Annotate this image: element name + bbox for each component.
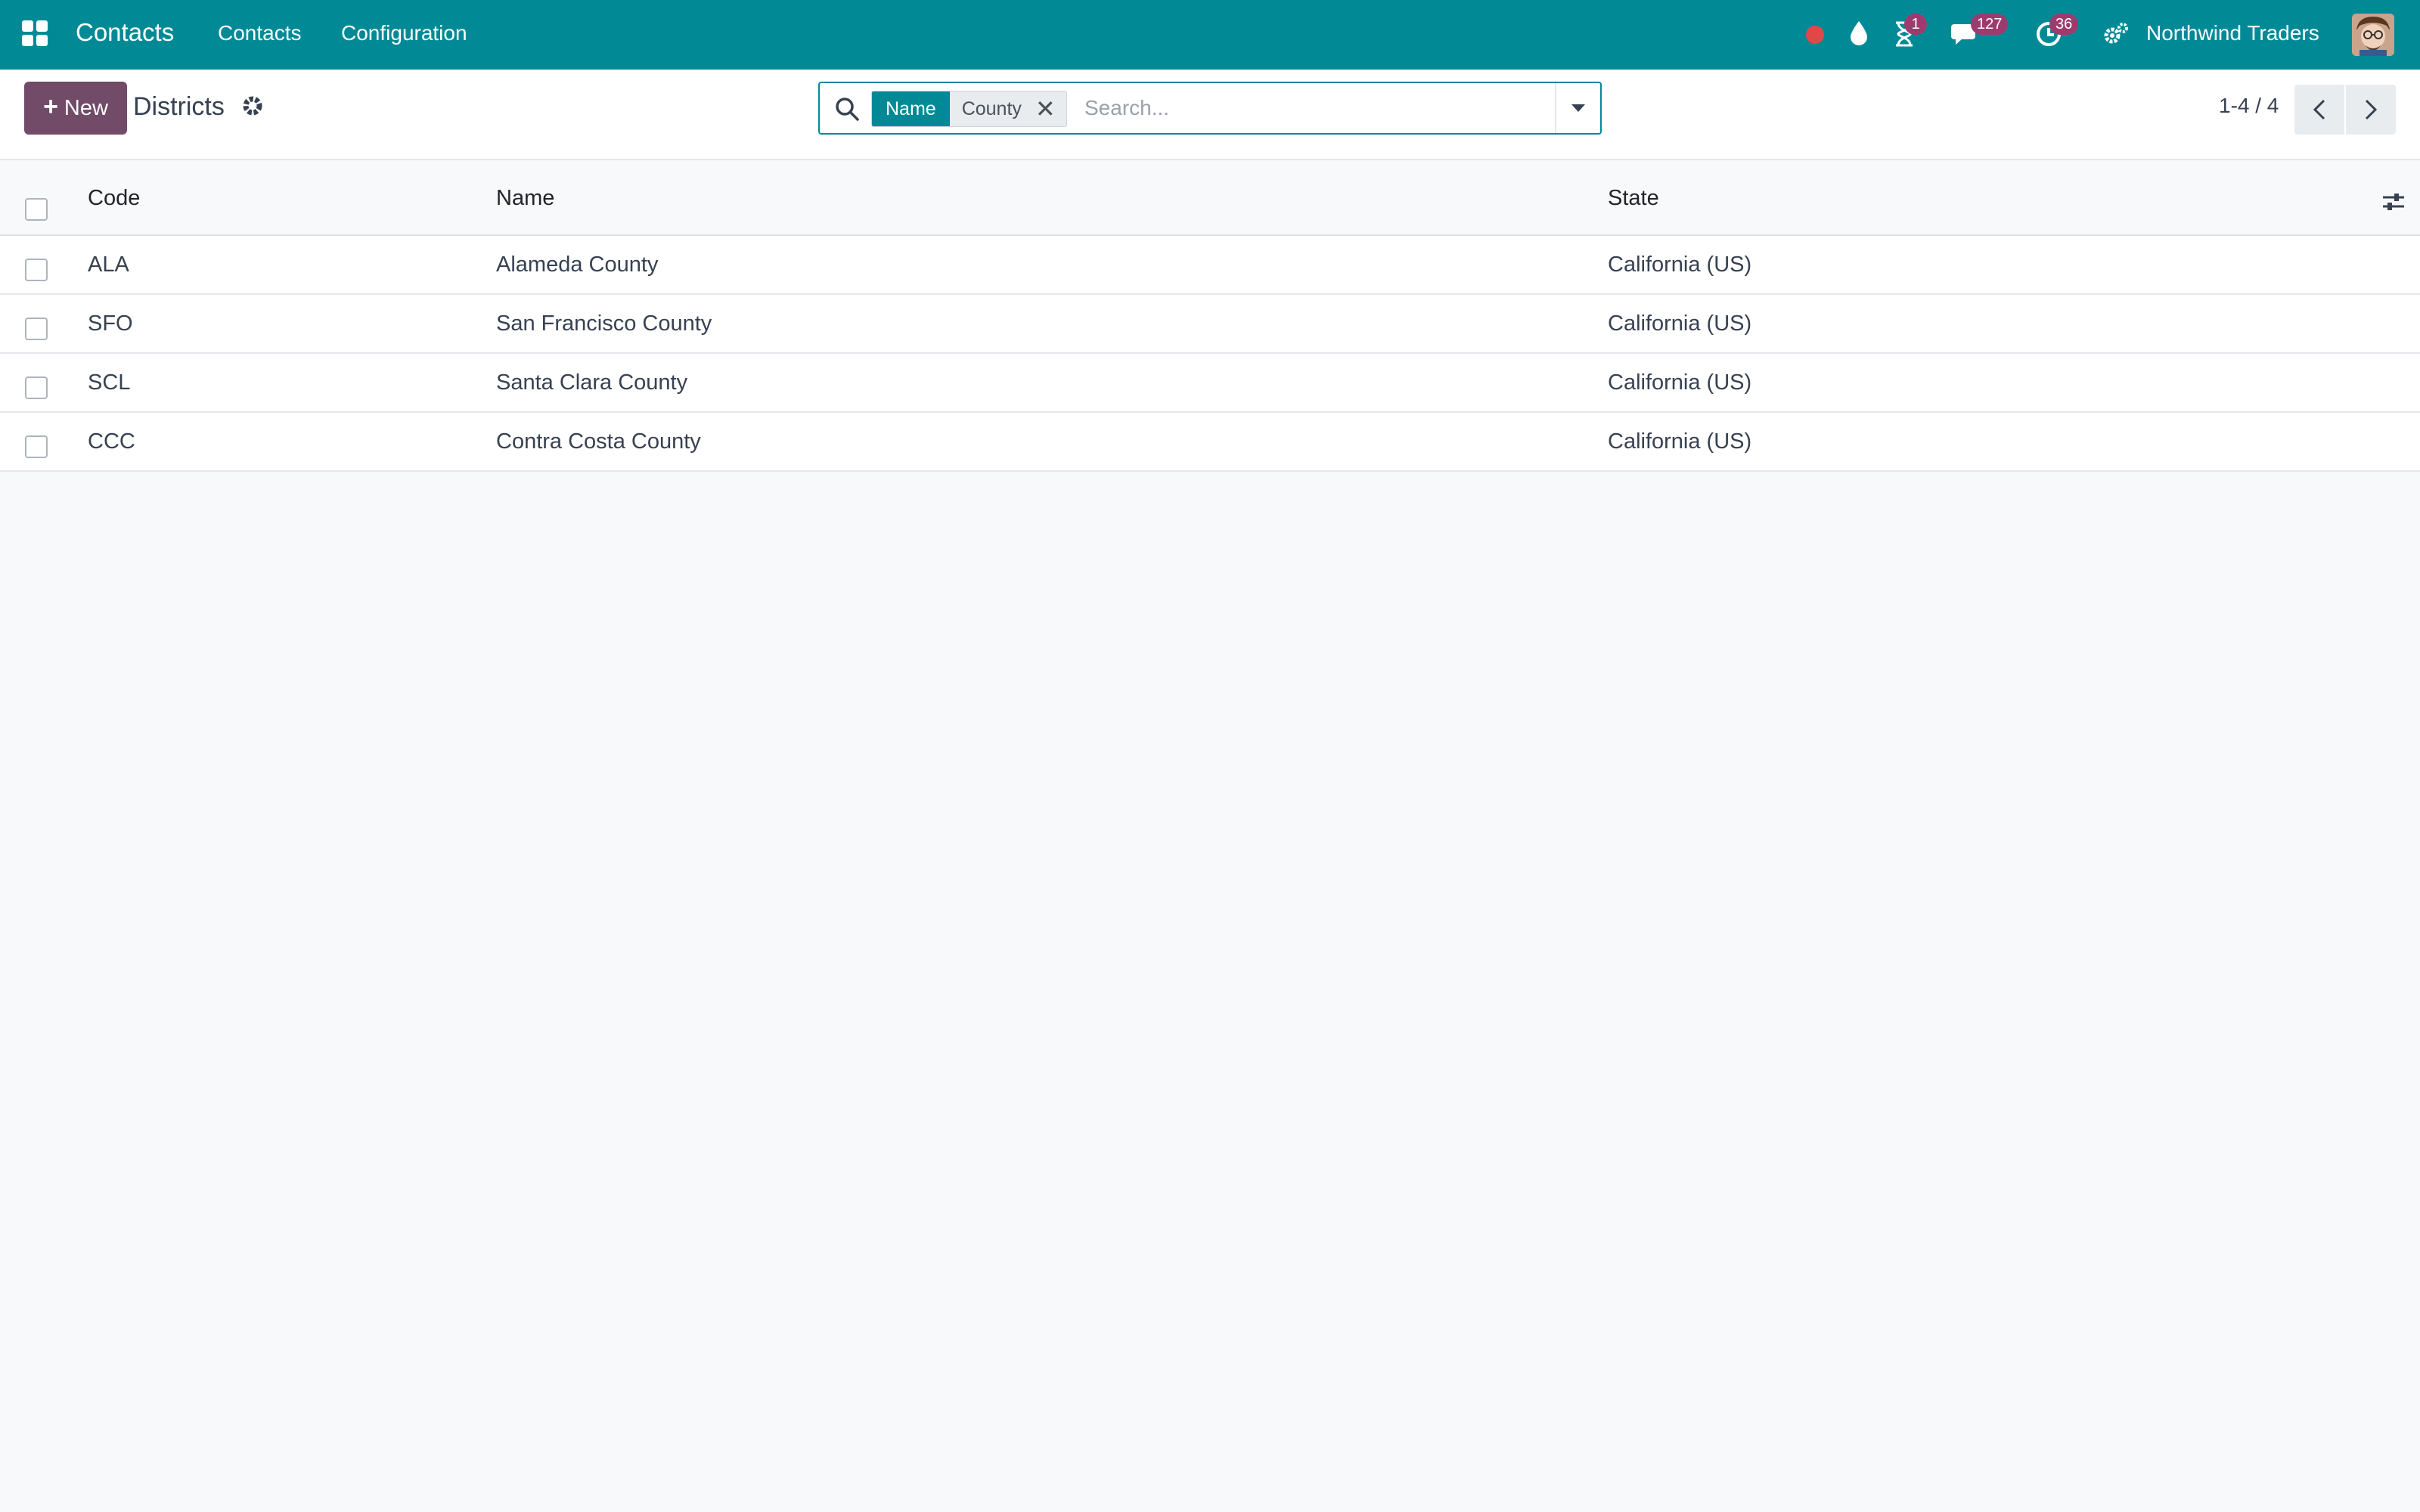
cell-code: CCC — [88, 429, 135, 454]
cell-code: ALA — [88, 253, 129, 277]
droplet-icon[interactable] — [1848, 20, 1869, 47]
search-bar: Name County ✕ — [818, 82, 1602, 135]
cell-code: SCL — [88, 370, 131, 395]
menu-contacts[interactable]: Contacts — [218, 21, 302, 45]
cell-name: San Francisco County — [496, 311, 712, 336]
table-row[interactable]: ALA Alameda County California (US) — [0, 236, 2420, 295]
row-checkbox[interactable] — [25, 318, 48, 340]
cell-name: Alameda County — [496, 253, 659, 277]
cell-name: Santa Clara County — [496, 370, 688, 395]
settings-cogs-icon[interactable] — [2102, 21, 2130, 47]
clock-badge: 36 — [2049, 14, 2079, 35]
status-dot-icon[interactable] — [1804, 24, 1826, 45]
list-header: Code Name State — [0, 160, 2420, 236]
new-button-label: New — [64, 95, 108, 120]
cell-state: California (US) — [1608, 429, 1752, 454]
caret-down-icon — [1571, 104, 1585, 112]
column-header-state[interactable]: State — [1608, 186, 1659, 211]
cell-state: California (US) — [1608, 311, 1752, 336]
facet-value-text: County — [961, 98, 1022, 119]
row-checkbox[interactable] — [25, 376, 48, 399]
chevron-right-icon — [2365, 99, 2378, 120]
cell-state: California (US) — [1608, 370, 1752, 395]
table-row[interactable]: SFO San Francisco County California (US) — [0, 295, 2420, 354]
search-options-toggle[interactable] — [1555, 83, 1600, 133]
messages-badge: 127 — [1971, 14, 2009, 35]
optional-columns-icon[interactable] — [2381, 189, 2406, 215]
table-row[interactable]: CCC Contra Costa County California (US) — [0, 413, 2420, 472]
cell-name: Contra Costa County — [496, 429, 701, 454]
row-checkbox[interactable] — [25, 435, 48, 458]
search-input[interactable] — [1084, 89, 1568, 127]
activities-badge: 1 — [1904, 14, 1927, 35]
page-title: Districts — [133, 92, 225, 121]
menu-configuration[interactable]: Configuration — [341, 21, 467, 45]
control-panel: + New Districts Name County ✕ 1-4 / 4 — [0, 70, 2420, 160]
facet-label: Name — [872, 91, 950, 126]
select-all-checkbox[interactable] — [25, 198, 48, 221]
avatar-face-icon — [2352, 14, 2394, 56]
plus-icon: + — [43, 91, 58, 121]
search-facet: Name County ✕ — [871, 91, 1067, 127]
company-switcher[interactable]: Northwind Traders — [2146, 21, 2319, 45]
gear-icon[interactable] — [240, 94, 265, 118]
app-name[interactable]: Contacts — [76, 18, 174, 47]
cell-code: SFO — [88, 311, 133, 336]
column-header-name[interactable]: Name — [496, 186, 554, 211]
search-icon[interactable] — [833, 95, 861, 122]
pager-next-button[interactable] — [2346, 85, 2396, 135]
apps-grid-icon[interactable] — [21, 20, 48, 47]
facet-remove-icon[interactable]: ✕ — [1035, 94, 1056, 123]
top-navbar: Contacts Contacts Configuration 1 127 36… — [0, 0, 2420, 70]
table-row[interactable]: SCL Santa Clara County California (US) — [0, 354, 2420, 413]
user-avatar[interactable] — [2352, 14, 2394, 56]
pager-value[interactable]: 1-4 / 4 — [2219, 94, 2279, 118]
column-header-code[interactable]: Code — [88, 186, 140, 211]
chevron-left-icon — [2313, 99, 2325, 120]
facet-value: County ✕ — [949, 91, 1066, 126]
pager-previous-button[interactable] — [2294, 85, 2344, 135]
new-button[interactable]: + New — [24, 82, 127, 135]
row-checkbox[interactable] — [25, 259, 48, 281]
districts-list: Code Name State ALA Alameda County Calif… — [0, 160, 2420, 472]
cell-state: California (US) — [1608, 253, 1752, 277]
